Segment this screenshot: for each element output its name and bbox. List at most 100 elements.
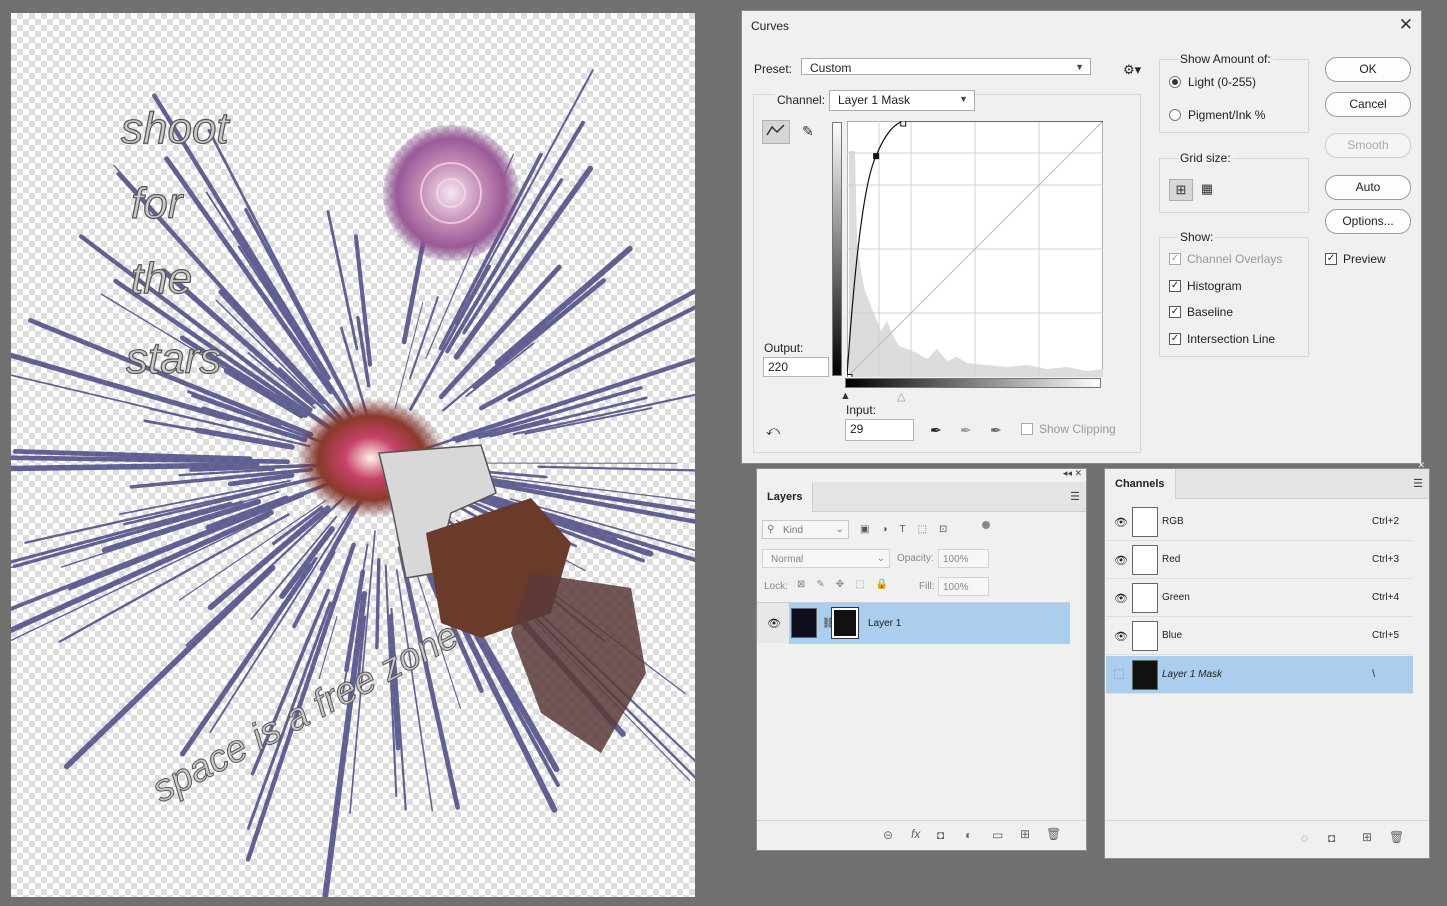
white-eyedropper-icon[interactable]: ✒ [990,422,1002,439]
fx-icon[interactable]: fx [911,827,920,841]
trash-icon[interactable]: 🗑 [1389,830,1404,844]
channel-shortcut: Ctrl+3 [1372,554,1399,565]
channel-shortcut: Ctrl+2 [1372,516,1399,527]
curve-point[interactable] [873,153,880,160]
filter-icons[interactable]: ▣◑T⬚⊡ [860,524,959,535]
panel-menu-icon[interactable]: ☰ [1413,477,1423,490]
channel-shortcut: Ctrl+5 [1372,630,1399,641]
channel-row-blue[interactable]: 👁 Blue Ctrl+5 [1106,617,1413,655]
eye-icon[interactable]: 👁 [1114,516,1128,529]
histogram-checkbox[interactable]: ✓ [1169,280,1181,292]
channel-row-red[interactable]: 👁 Red Ctrl+3 [1106,541,1413,579]
burst-ray [494,245,633,366]
link-layers-icon[interactable]: ⊝ [883,828,893,842]
collapse-icon[interactable]: ◂◂ ✕ [1063,468,1082,479]
curve-point[interactable] [847,374,853,378]
artwork-line-3: the [131,254,192,303]
ok-button[interactable]: OK [1325,57,1411,82]
input-field[interactable]: 29 [845,419,914,441]
document-canvas[interactable]: shoot for the stars space is a free zone [11,13,695,897]
black-point-slider[interactable]: ▲ [840,390,851,402]
visibility-box[interactable] [1114,669,1124,679]
panel-menu-icon[interactable]: ☰ [1070,490,1080,503]
channels-footer: ◌ ◘ ⊞ 🗑 [1105,820,1429,858]
chevron-down-icon: ⌄ [835,524,844,535]
channel-label: Channel: [775,93,828,107]
layer-thumbnail [791,608,817,638]
curve-edit-tool[interactable] [762,120,790,144]
show-clipping-checkbox[interactable] [1021,423,1033,435]
blend-mode-value: Normal [771,554,804,565]
burst-ray [455,386,643,443]
gray-eyedropper-icon[interactable]: ✒ [960,422,972,439]
pencil-icon[interactable]: ✎ [794,120,822,144]
kind-filter-select[interactable]: ⚲ Kind ⌄ [762,520,849,539]
auto-button[interactable]: Auto [1325,175,1411,200]
save-selection-icon[interactable]: ◘ [1328,831,1335,845]
close-icon[interactable]: ✕ [1399,15,1413,35]
black-eyedropper-icon[interactable]: ✒ [930,422,942,439]
output-field[interactable]: 220 [763,357,829,377]
options-button[interactable]: Options... [1325,209,1411,234]
folder-icon[interactable]: ▭ [992,828,1003,842]
target-adjust-icon[interactable]: ⤺ [766,423,780,439]
preview-checkbox[interactable]: ✓ [1325,253,1337,265]
kind-label: Kind [783,525,804,536]
layers-footer: ⊝ fx ◘ ◐ ▭ ⊞ 🗑 [757,820,1086,850]
light-radio[interactable] [1169,76,1181,88]
intersection-line-checkbox[interactable]: ✓ [1169,333,1181,345]
trash-icon[interactable]: 🗑 [1046,827,1061,841]
burst-ray [143,419,232,438]
new-layer-icon[interactable]: ⊞ [1020,827,1030,841]
channel-select[interactable]: Layer 1 Mask ▼ [829,90,975,111]
search-icon: ⚲ [767,524,775,535]
burst-ray [375,558,381,650]
mask-thumbnail[interactable] [831,607,859,639]
cancel-button[interactable]: Cancel [1325,92,1411,117]
load-selection-icon[interactable]: ◌ [1301,831,1308,845]
simple-grid-icon[interactable]: ⊞ [1169,179,1193,201]
channel-row-rgb[interactable]: 👁 RGB Ctrl+2 [1106,503,1413,541]
channel-name: RGB [1162,516,1184,527]
adjustment-layer-icon[interactable]: ◐ [965,828,972,842]
filter-toggle-icon[interactable] [982,521,990,529]
detailed-grid-icon[interactable]: ▦ [1195,179,1219,201]
opacity-field[interactable]: 100% [938,549,989,568]
dialog-title: Curves [751,19,790,33]
burst-ray [471,278,606,389]
fill-label: Fill: [919,581,935,592]
eye-icon[interactable]: 👁 [767,617,781,630]
burst-ray [465,342,535,398]
white-point-slider[interactable]: △ [897,390,905,403]
intersection-line-label: Intersection Line [1187,332,1276,346]
pigment-radio[interactable] [1169,109,1181,121]
curve-point[interactable] [900,121,907,127]
show-amount-title: Show Amount of: [1178,52,1273,66]
new-channel-icon[interactable]: ⊞ [1362,830,1372,844]
fill-field[interactable]: 100% [938,577,989,596]
smooth-button[interactable]: Smooth [1325,133,1411,158]
channel-name: Layer 1 Mask [1162,669,1223,680]
eye-icon[interactable]: 👁 [1114,592,1128,605]
gear-icon[interactable]: ⚙▾ [1123,62,1141,78]
curve-graph[interactable] [847,121,1103,377]
lock-icons[interactable]: ⊠✎✥⬚🔒 [797,579,899,590]
channel-row-green[interactable]: 👁 Green Ctrl+4 [1106,579,1413,617]
fill-value: 100% [943,582,969,593]
channel-row-mask[interactable]: Layer 1 Mask \ [1106,656,1413,694]
eye-icon[interactable]: 👁 [1114,630,1128,643]
baseline-checkbox[interactable]: ✓ [1169,306,1181,318]
layer-row[interactable]: ⛓ Layer 1 [789,603,1070,644]
channel-overlays-checkbox[interactable]: ✓ [1169,253,1181,265]
output-gradient-bar [832,122,842,376]
add-mask-icon[interactable]: ◘ [937,828,944,842]
tab-layers[interactable]: Layers [757,482,814,512]
show-clipping-label: Show Clipping [1039,422,1116,436]
eye-icon[interactable]: 👁 [1114,554,1128,567]
lock-label: Lock: [764,581,788,592]
channel-thumbnail [1132,507,1158,537]
blend-mode-select[interactable]: Normal ⌄ [762,549,890,568]
tab-channels[interactable]: Channels [1105,469,1176,499]
channel-shortcut: \ [1372,669,1375,680]
preset-select[interactable]: Custom ▼ [801,58,1091,75]
